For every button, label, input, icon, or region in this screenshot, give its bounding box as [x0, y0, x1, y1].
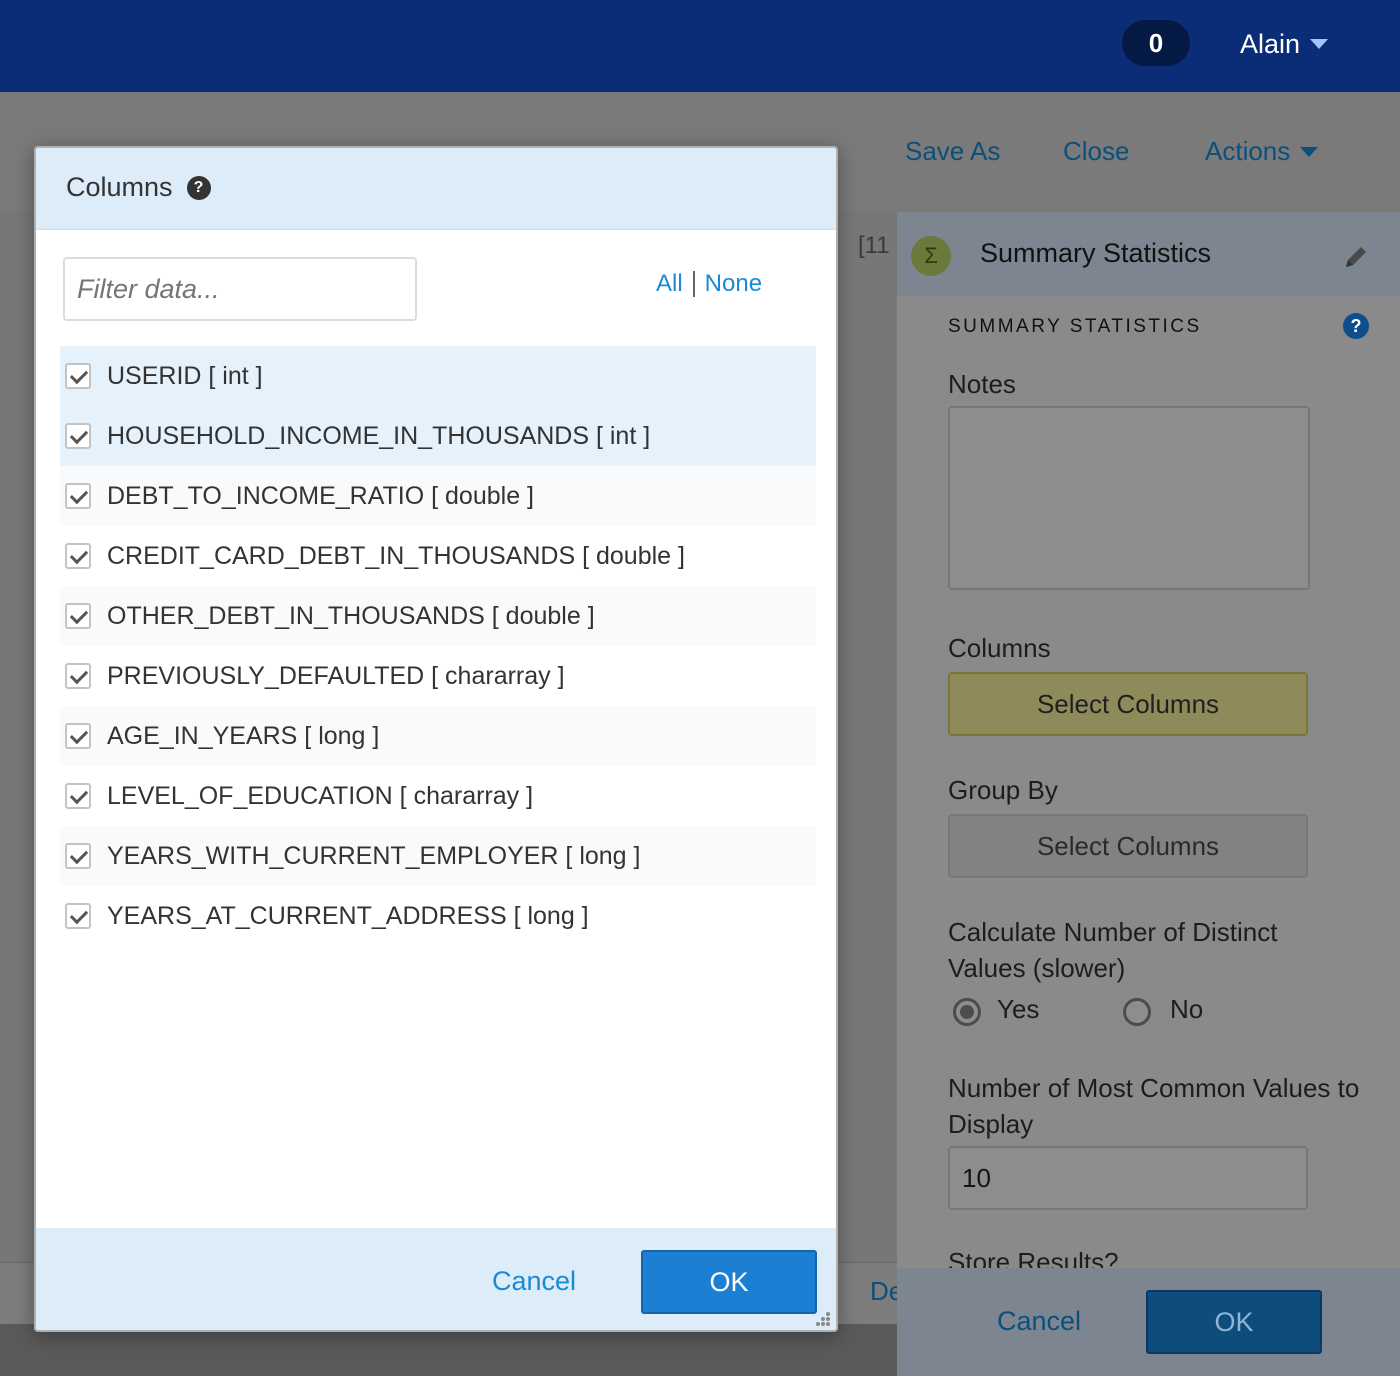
top-header: 0 Alain	[0, 0, 1400, 92]
column-row[interactable]: YEARS_WITH_CURRENT_EMPLOYER [ long ]	[60, 826, 816, 886]
column-checkbox[interactable]	[65, 783, 91, 809]
column-row[interactable]: USERID [ int ]	[60, 346, 816, 406]
distinct-no-radio[interactable]	[1123, 998, 1151, 1026]
group-by-select-button[interactable]: Select Columns	[948, 814, 1308, 878]
user-menu[interactable]: Alain	[1240, 24, 1329, 64]
sigma-icon: Σ	[911, 236, 951, 276]
modal-title-text: Columns	[66, 172, 173, 202]
help-icon[interactable]: ?	[186, 175, 211, 200]
panel-footer: Cancel OK	[897, 1268, 1400, 1376]
distinct-values-label: Calculate Number of Distinct Values (slo…	[948, 917, 1278, 983]
column-row[interactable]: DEBT_TO_INCOME_RATIO [ double ]	[60, 466, 816, 526]
column-checkbox[interactable]	[65, 663, 91, 689]
column-checkbox[interactable]	[65, 423, 91, 449]
column-row[interactable]: AGE_IN_YEARS [ long ]	[60, 706, 816, 766]
summary-statistics-panel: Σ Summary Statistics SUMMARY STATISTICS …	[897, 212, 1400, 1376]
select-all-link[interactable]: All	[656, 270, 683, 298]
column-label: YEARS_AT_CURRENT_ADDRESS [ long ]	[107, 901, 589, 930]
actions-label: Actions	[1205, 136, 1291, 166]
column-row[interactable]: OTHER_DEBT_IN_THOUSANDS [ double ]	[60, 586, 816, 646]
column-checkbox[interactable]	[65, 723, 91, 749]
column-checkbox[interactable]	[65, 903, 91, 929]
column-row[interactable]: PREVIOUSLY_DEFAULTED [ chararray ]	[60, 646, 816, 706]
column-checkbox[interactable]	[65, 603, 91, 629]
column-checkbox[interactable]	[65, 543, 91, 569]
column-label: OTHER_DEBT_IN_THOUSANDS [ double ]	[107, 601, 595, 630]
column-label: CREDIT_CARD_DEBT_IN_THOUSANDS [ double ]	[107, 541, 685, 570]
column-row[interactable]: YEARS_AT_CURRENT_ADDRESS [ long ]	[60, 886, 816, 946]
column-label: DEBT_TO_INCOME_RATIO [ double ]	[107, 481, 534, 510]
resize-grip-icon[interactable]	[812, 1310, 832, 1330]
group-by-label: Group By	[948, 775, 1058, 805]
common-values-input[interactable]: 10	[948, 1146, 1308, 1210]
column-label: LEVEL_OF_EDUCATION [ chararray ]	[107, 781, 534, 810]
column-label: USERID [ int ]	[107, 361, 263, 390]
close-link[interactable]: Close	[1063, 136, 1129, 167]
column-label: PREVIOUSLY_DEFAULTED [ chararray ]	[107, 661, 565, 690]
select-columns-button[interactable]: Select Columns	[948, 672, 1308, 736]
filter-input[interactable]	[63, 257, 417, 321]
column-checkbox[interactable]	[65, 483, 91, 509]
select-all-none: All None	[656, 270, 762, 298]
modal-title: Columns ?	[66, 172, 211, 203]
columns-label: Columns	[948, 633, 1051, 663]
modal-footer: Cancel OK	[36, 1228, 836, 1330]
notes-textarea[interactable]	[948, 406, 1310, 590]
panel-cancel-button[interactable]: Cancel	[997, 1306, 1081, 1337]
background-partial-text: [11	[858, 232, 890, 259]
column-row[interactable]: LEVEL_OF_EDUCATION [ chararray ]	[60, 766, 816, 826]
distinct-yes-radio[interactable]	[953, 998, 981, 1026]
column-label: YEARS_WITH_CURRENT_EMPLOYER [ long ]	[107, 841, 641, 870]
notes-label: Notes	[948, 369, 1016, 399]
column-list: USERID [ int ] HOUSEHOLD_INCOME_IN_THOUSA…	[60, 346, 816, 946]
modal-header: Columns ?	[36, 148, 836, 230]
column-label: HOUSEHOLD_INCOME_IN_THOUSANDS [ int ]	[107, 421, 651, 450]
save-as-link[interactable]: Save As	[905, 136, 1000, 167]
column-row[interactable]: CREDIT_CARD_DEBT_IN_THOUSANDS [ double ]	[60, 526, 816, 586]
actions-menu[interactable]: Actions	[1205, 136, 1319, 167]
panel-title: Summary Statistics	[980, 238, 1212, 268]
select-none-link[interactable]: None	[705, 270, 762, 298]
panel-header: Σ Summary Statistics	[897, 212, 1400, 296]
cancel-button[interactable]: Cancel	[492, 1266, 576, 1297]
column-row[interactable]: HOUSEHOLD_INCOME_IN_THOUSANDS [ int ]	[60, 406, 816, 466]
help-icon[interactable]: ?	[1343, 313, 1369, 339]
user-name: Alain	[1240, 28, 1301, 59]
distinct-yes-label: Yes	[997, 994, 1040, 1024]
divider	[692, 271, 695, 297]
column-checkbox[interactable]	[65, 843, 91, 869]
column-checkbox[interactable]	[65, 363, 91, 389]
chevron-down-icon	[1310, 39, 1329, 49]
common-values-label: Number of Most Common Values to Display	[948, 1073, 1360, 1139]
chevron-down-icon	[1300, 146, 1319, 157]
pencil-icon[interactable]	[1341, 242, 1371, 272]
distinct-no-label: No	[1170, 994, 1204, 1024]
notification-count-badge[interactable]: 0	[1122, 20, 1190, 66]
columns-modal: Columns ? All None USERID [ int ] HOUSEHO…	[34, 146, 838, 1332]
panel-ok-button[interactable]: OK	[1146, 1290, 1322, 1354]
ok-button[interactable]: OK	[641, 1250, 817, 1314]
column-label: AGE_IN_YEARS [ long ]	[107, 721, 380, 750]
section-title: SUMMARY STATISTICS	[948, 316, 1202, 337]
